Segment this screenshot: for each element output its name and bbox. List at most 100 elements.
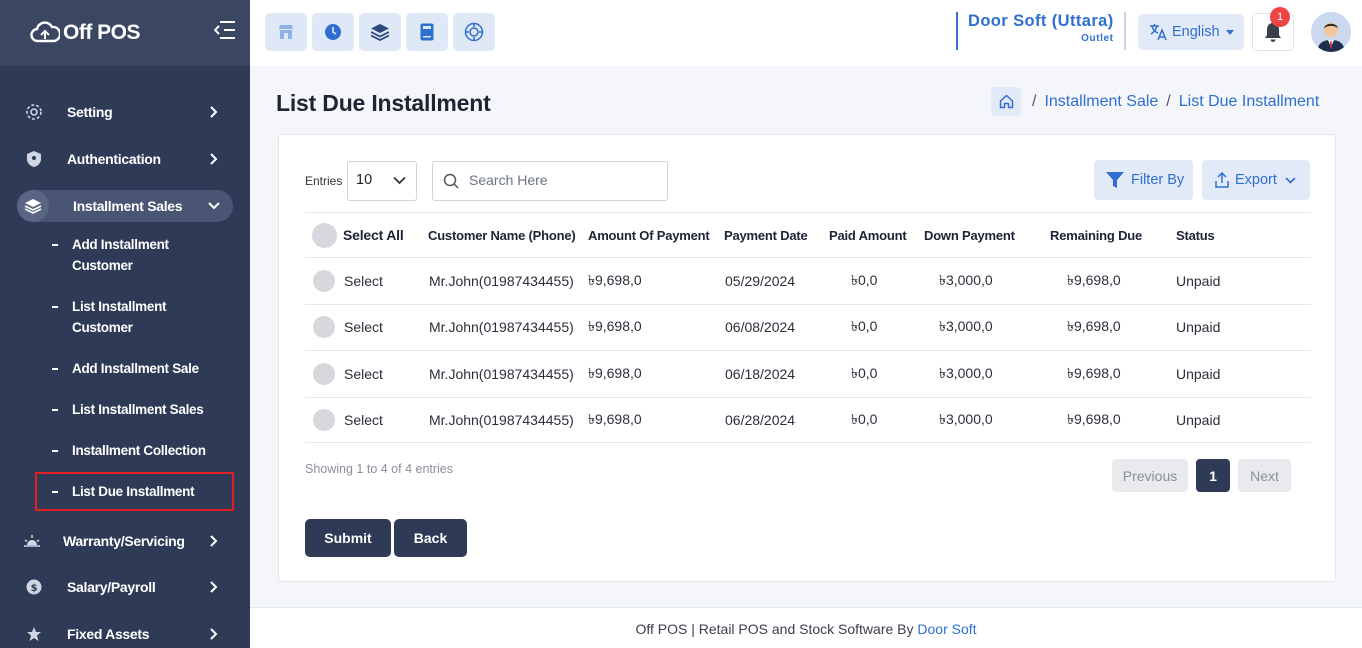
- chevron-down-icon: [393, 176, 406, 185]
- submenu-item-label: List Installment Customer: [72, 299, 167, 335]
- sidebar-item-fixed-assets[interactable]: Fixed Assets: [0, 614, 250, 648]
- breadcrumb-separator: /: [1166, 92, 1171, 110]
- row-select[interactable]: Select: [313, 351, 383, 397]
- submenu-item-label: Add Installment Sale: [72, 361, 199, 376]
- breadcrumb-separator: /: [1032, 92, 1037, 110]
- notification-badge: 1: [1270, 7, 1290, 27]
- cell-status: Unpaid: [1176, 365, 1221, 382]
- submit-button[interactable]: Submit: [305, 519, 391, 557]
- back-button[interactable]: Back: [394, 519, 467, 557]
- row-select-radio[interactable]: [313, 269, 335, 292]
- submenu-item-label: List Due Installment: [72, 484, 195, 499]
- column-header: Amount Of Payment: [588, 227, 710, 243]
- table-header-row: Select All Customer Name (Phone) Amount …: [305, 212, 1311, 257]
- outlet-selector[interactable]: Door Soft (Uttara) Outlet: [956, 12, 1126, 50]
- submenu-item-add-installment-sale[interactable]: Add Installment Sale: [52, 358, 199, 379]
- breadcrumb-parent-link[interactable]: Installment Sale: [1044, 93, 1158, 111]
- chevron-right-icon: [210, 628, 218, 640]
- sidebar-item-installment-sales[interactable]: Installment Sales: [0, 186, 250, 226]
- column-header: Status: [1176, 227, 1215, 243]
- cell-customer: Mr.John(01987434455): [429, 319, 574, 336]
- cell-remaining: ৳9,698,0: [1067, 318, 1121, 335]
- outlet-label: Outlet: [1081, 33, 1114, 44]
- chevron-right-icon: [210, 535, 218, 547]
- entries-label: Entries: [305, 174, 343, 188]
- chevron-right-icon: [210, 153, 218, 165]
- page-1-button[interactable]: 1: [1196, 459, 1230, 492]
- select-all-control[interactable]: Select All: [305, 213, 404, 257]
- cell-remaining: ৳9,698,0: [1067, 410, 1121, 427]
- cell-amount: ৳9,698,0: [588, 318, 642, 335]
- sidebar-item-label: Setting: [67, 104, 113, 120]
- row-select[interactable]: Select: [313, 398, 383, 443]
- app-logo[interactable]: Off POS: [30, 21, 141, 45]
- cell-down-payment: ৳3,000,0: [939, 318, 993, 335]
- clock-shortcut-button[interactable]: [312, 13, 354, 51]
- store-icon: [279, 25, 293, 39]
- user-avatar[interactable]: [1311, 12, 1351, 52]
- filter-label: Filter By: [1131, 172, 1185, 188]
- table-row: Select Mr.John(01987434455) ৳9,698,0 06/…: [305, 350, 1311, 397]
- submenu-item-list-installment-sales[interactable]: List Installment Sales: [52, 399, 204, 420]
- submenu-item-list-installment-customer[interactable]: List Installment Customer: [52, 296, 202, 338]
- sidebar-item-setting[interactable]: Setting: [0, 92, 250, 132]
- cell-down-payment: ৳3,000,0: [939, 410, 993, 427]
- filter-icon: [1106, 172, 1124, 188]
- next-page-button[interactable]: Next: [1238, 459, 1291, 492]
- sidebar-item-label: Fixed Assets: [67, 626, 150, 642]
- search-input[interactable]: [469, 172, 659, 188]
- row-select-radio[interactable]: [313, 362, 335, 385]
- column-header: Down Payment: [924, 227, 1015, 243]
- language-selector[interactable]: English: [1138, 14, 1244, 50]
- row-select-radio[interactable]: [313, 408, 335, 431]
- row-select-radio[interactable]: [313, 316, 335, 339]
- target-shortcut-button[interactable]: [453, 13, 495, 51]
- sidebar-item-label: Salary/Payroll: [67, 579, 156, 595]
- row-select[interactable]: Select: [313, 305, 383, 351]
- cell-remaining: ৳9,698,0: [1067, 271, 1121, 288]
- sidebar-item-warranty-servicing[interactable]: Warranty/Servicing: [0, 521, 250, 561]
- submenu-item-list-due-installment[interactable]: List Due Installment: [52, 481, 195, 502]
- svg-text:$: $: [31, 583, 38, 594]
- row-select[interactable]: Select: [313, 258, 383, 304]
- column-header: Remaining Due: [1050, 227, 1143, 243]
- column-header: Paid Amount: [829, 227, 907, 243]
- coin-icon: $: [24, 577, 44, 597]
- entries-select[interactable]: 10: [347, 161, 417, 201]
- submenu-item-label: Add Installment Customer: [72, 237, 169, 273]
- footer-company-link[interactable]: Door Soft: [917, 621, 976, 637]
- layers-shortcut-button[interactable]: [359, 13, 401, 51]
- export-button[interactable]: Export: [1202, 160, 1310, 200]
- row-select-label: Select: [344, 272, 383, 289]
- cell-paid: ৳0,0: [851, 364, 878, 381]
- menu-collapse-icon[interactable]: [213, 21, 236, 45]
- caret-down-icon: [1226, 30, 1234, 35]
- breadcrumb-home-button[interactable]: [991, 87, 1021, 116]
- row-select-label: Select: [344, 319, 383, 336]
- page-title: List Due Installment: [276, 90, 491, 116]
- select-all-radio[interactable]: [312, 222, 337, 248]
- outlet-name: Door Soft (Uttara): [968, 12, 1114, 30]
- row-select-label: Select: [344, 365, 383, 382]
- clock-icon: [325, 24, 341, 40]
- sidebar-item-authentication[interactable]: Authentication: [0, 139, 250, 179]
- app-name: Off POS: [63, 21, 141, 44]
- cell-down-payment: ৳3,000,0: [939, 271, 993, 288]
- cell-paid: ৳0,0: [851, 318, 878, 335]
- calculator-shortcut-button[interactable]: [406, 13, 448, 51]
- submenu-item-installment-collection[interactable]: Installment Collection: [52, 440, 206, 461]
- installment-table: Select All Customer Name (Phone) Amount …: [305, 212, 1311, 443]
- chevron-right-icon: [210, 581, 218, 593]
- column-header: Customer Name (Phone): [428, 227, 576, 243]
- breadcrumb: / Installment Sale / List Due Installmen…: [991, 87, 1319, 116]
- sidebar-item-salary-payroll[interactable]: $ Salary/Payroll: [0, 567, 250, 607]
- language-label: English: [1172, 24, 1220, 40]
- cell-down-payment: ৳3,000,0: [939, 364, 993, 381]
- sidebar: Off POS Setting Authentication Installme…: [0, 0, 250, 648]
- cell-date: 06/08/2024: [725, 319, 796, 336]
- previous-page-button[interactable]: Previous: [1112, 459, 1188, 492]
- submenu-item-add-installment-customer[interactable]: Add Installment Customer: [52, 234, 202, 276]
- store-shortcut-button[interactable]: [265, 13, 307, 51]
- cloud-logo-icon: [30, 21, 60, 43]
- filter-button[interactable]: Filter By: [1094, 160, 1193, 200]
